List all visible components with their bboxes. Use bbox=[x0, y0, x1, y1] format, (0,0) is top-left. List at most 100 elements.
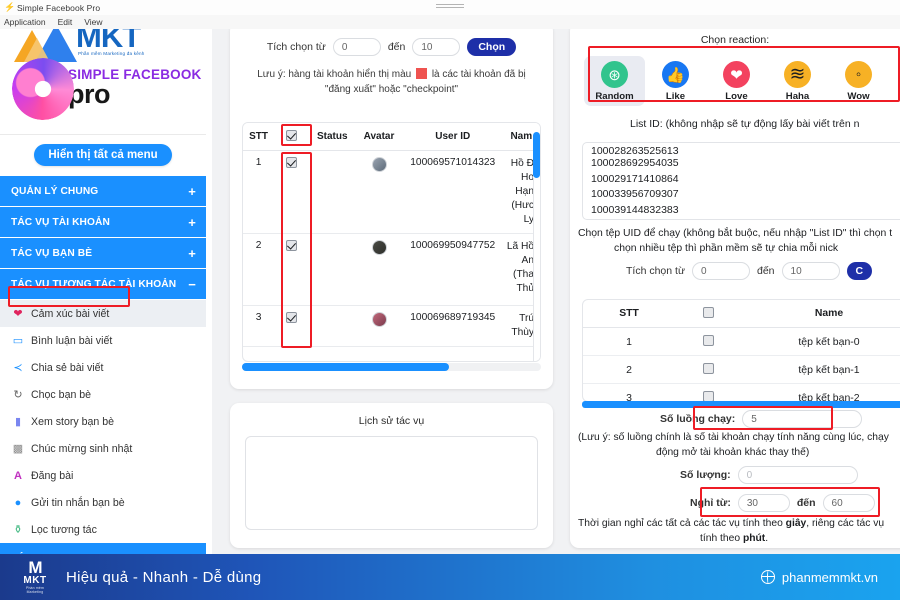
cell-name: tệp kết bạn-1 bbox=[741, 355, 900, 384]
story-icon: ▮ bbox=[14, 415, 22, 428]
reaction-label: Random bbox=[595, 91, 634, 102]
th-select-all[interactable] bbox=[675, 300, 741, 328]
list-id-value: 100033956709307 bbox=[591, 188, 679, 200]
list-id-textarea[interactable]: 100028263525613 100028692954035 10002917… bbox=[582, 142, 900, 220]
cell-checkbox[interactable] bbox=[675, 355, 741, 384]
th-status: Status bbox=[309, 123, 356, 151]
sidebar-item-label: Bình luận bài viết bbox=[31, 334, 113, 347]
footer-website[interactable]: phanmemmkt.vn bbox=[760, 569, 878, 585]
rest-note-line2: tính theo phút. bbox=[700, 533, 768, 544]
select-to-input[interactable]: 10 bbox=[781, 262, 840, 280]
post-icon: A bbox=[14, 469, 22, 482]
menu-item-view[interactable]: View bbox=[84, 17, 102, 27]
reaction-label: Wow bbox=[847, 91, 870, 102]
row-checkbox[interactable] bbox=[702, 363, 714, 374]
reaction-wow[interactable]: ◦ Wow bbox=[828, 56, 889, 106]
drag-handle-icon[interactable] bbox=[436, 2, 464, 9]
cell-name: tệp kết bạn-0 bbox=[741, 327, 900, 356]
footer-slogan: Hiệu quả - Nhanh - Dễ dùng bbox=[66, 568, 262, 586]
show-all-menu-wrap: Hiển thị tất cả menu bbox=[0, 135, 206, 176]
select-all-checkbox[interactable] bbox=[286, 130, 298, 141]
cell-checkbox[interactable] bbox=[675, 327, 741, 356]
cell-checkbox[interactable] bbox=[274, 150, 310, 234]
sidebar-item-choc-ban-be[interactable]: ↻ Chọc bạn bè bbox=[0, 381, 206, 408]
footer-website-label: phanmemmkt.vn bbox=[781, 569, 878, 585]
sidebar-item-xem-story-ban-be[interactable]: ▮ Xem story bạn bè bbox=[0, 408, 206, 435]
reaction-haha[interactable]: ≋ Haha bbox=[767, 56, 828, 106]
footer-logo: M MKT Phần mềm Marketing bbox=[18, 559, 52, 594]
cell-avatar bbox=[355, 150, 403, 234]
sidebar-item-label: Đăng bài bbox=[31, 469, 74, 482]
menu-item-edit[interactable]: Edit bbox=[58, 17, 73, 27]
settings-panel: Chọn reaction: ⊛ Random 👍 Like ❤ Love ≋ … bbox=[570, 22, 900, 548]
cell-stt: 2 bbox=[243, 233, 275, 306]
sidebar-group-tac-vu-ban-be[interactable]: TÁC VỤ BẠN BÈ + bbox=[0, 238, 206, 269]
table-row[interactable]: 3 100069689719345 Trú Thùy bbox=[243, 305, 540, 347]
sidebar-item-chia-se-bai-viet[interactable]: ≺ Chia sẻ bài viết bbox=[0, 354, 206, 381]
task-history-panel: Lịch sử tác vụ bbox=[230, 403, 553, 548]
th-avatar: Avatar bbox=[355, 123, 403, 151]
menu-item-application[interactable]: Application bbox=[4, 17, 46, 27]
footer-mark-line3: Phần mềm Marketing bbox=[26, 586, 44, 594]
sidebar-item-cam-xuc-bai-viet[interactable]: ❤ Cảm xúc bài viết bbox=[0, 300, 206, 327]
select-from-input[interactable]: 0 bbox=[332, 38, 381, 56]
table-row[interactable]: 3 tệp kết bạn-2 bbox=[583, 383, 900, 401]
threads-input[interactable]: 5 bbox=[742, 410, 863, 428]
table-header-row: STT Status Avatar User ID Nam bbox=[243, 123, 540, 151]
reaction-love[interactable]: ❤ Love bbox=[706, 56, 767, 106]
row-checkbox[interactable] bbox=[286, 240, 298, 251]
reaction-like[interactable]: 👍 Like bbox=[645, 56, 706, 106]
task-history-box[interactable] bbox=[245, 436, 538, 530]
table-row[interactable]: 2 tệp kết bạn-1 bbox=[583, 355, 900, 384]
select-from-input[interactable]: 0 bbox=[691, 262, 750, 280]
uid-files-hscrollbar[interactable] bbox=[582, 401, 900, 408]
rest-note-d: . bbox=[765, 533, 769, 544]
select-all-checkbox[interactable] bbox=[702, 307, 714, 318]
sidebar-item-gui-tin-nhan-ban-be[interactable]: ● Gửi tin nhắn bạn bè bbox=[0, 489, 206, 516]
select-to-input[interactable]: 10 bbox=[412, 38, 461, 56]
rest-from-input[interactable]: 30 bbox=[737, 494, 790, 512]
sidebar-group-tuong-tac-tai-khoan[interactable]: TÁC VỤ TƯƠNG TÁC TÀI KHOẢN − bbox=[0, 269, 206, 300]
table-row[interactable]: 1 100069571014323 Hồ Đ Ho Hạn (Hưc Ly bbox=[243, 150, 540, 234]
sidebar-item-loc-tuong-tac[interactable]: ⚱ Lọc tương tác bbox=[0, 516, 206, 543]
rest-to-input[interactable]: 60 bbox=[822, 494, 875, 512]
cell-user-id: 100069950947752 bbox=[402, 233, 503, 306]
cell-avatar bbox=[355, 305, 403, 347]
cell-checkbox[interactable] bbox=[274, 305, 310, 347]
choose-button[interactable]: Chọn bbox=[467, 38, 517, 56]
sidebar-item-dang-bai[interactable]: A Đăng bài bbox=[0, 462, 206, 489]
table-row[interactable]: 1 tệp kết bạn-0 bbox=[583, 327, 900, 356]
table-row[interactable]: 2 100069950947752 Lã Hồ An (Tha Thủ bbox=[243, 233, 540, 306]
accounts-note: Lưu ý: hàng tài khoản hiển thị màu là cá… bbox=[230, 67, 553, 97]
uid-files-table: STT Name 1 tệp kết bạn-0 2 tệp kết bạn-1… bbox=[582, 299, 900, 402]
accounts-panel: Tích chọn từ 0 đến 10 Chọn Lưu ý: hàng t… bbox=[230, 22, 553, 389]
reaction-random[interactable]: ⊛ Random bbox=[584, 56, 645, 106]
th-select-all[interactable] bbox=[274, 123, 310, 151]
sidebar-item-label: Cảm xúc bài viết bbox=[31, 307, 110, 320]
row-checkbox[interactable] bbox=[286, 157, 298, 168]
menu-bar: Application Edit View bbox=[0, 15, 900, 29]
threads-note-line2: động mở tài khoản khác thay thế) bbox=[656, 447, 810, 458]
cell-checkbox[interactable] bbox=[675, 383, 741, 401]
avatar bbox=[371, 157, 387, 172]
note-line2: "đăng xuất" hoặc "checkpoint" bbox=[324, 84, 459, 95]
swirl-icon bbox=[3, 49, 83, 129]
accounts-table-vscrollbar[interactable] bbox=[533, 123, 540, 361]
sidebar-item-label: Lọc tương tác bbox=[31, 523, 97, 536]
cell-checkbox[interactable] bbox=[274, 233, 310, 306]
accounts-table-hscrollbar[interactable] bbox=[242, 363, 541, 371]
show-all-menu-button[interactable]: Hiển thị tất cả menu bbox=[34, 144, 172, 166]
quantity-input[interactable]: 0 bbox=[737, 466, 858, 484]
choose-button[interactable]: C bbox=[846, 262, 873, 280]
rest-from-label: Nghỉ từ: bbox=[690, 497, 731, 509]
row-checkbox[interactable] bbox=[286, 312, 298, 323]
sidebar-item-binh-luan-bai-viet[interactable]: ▭ Bình luận bài viết bbox=[0, 327, 206, 354]
avatar bbox=[371, 240, 387, 255]
sidebar-item-chuc-mung-sinh-nhat[interactable]: ▩ Chúc mừng sinh nhật bbox=[0, 435, 206, 462]
cell-status bbox=[309, 150, 356, 234]
threads-note-line1: (Lưu ý: số luồng chính là số tài khoản c… bbox=[578, 432, 889, 443]
sidebar-group-quan-ly-chung[interactable]: QUẢN LÝ CHUNG + bbox=[0, 176, 206, 207]
table-header-row: STT Name bbox=[583, 300, 900, 328]
sidebar-group-tac-vu-tai-khoan[interactable]: TÁC VỤ TÀI KHOẢN + bbox=[0, 207, 206, 238]
row-checkbox[interactable] bbox=[702, 335, 714, 346]
